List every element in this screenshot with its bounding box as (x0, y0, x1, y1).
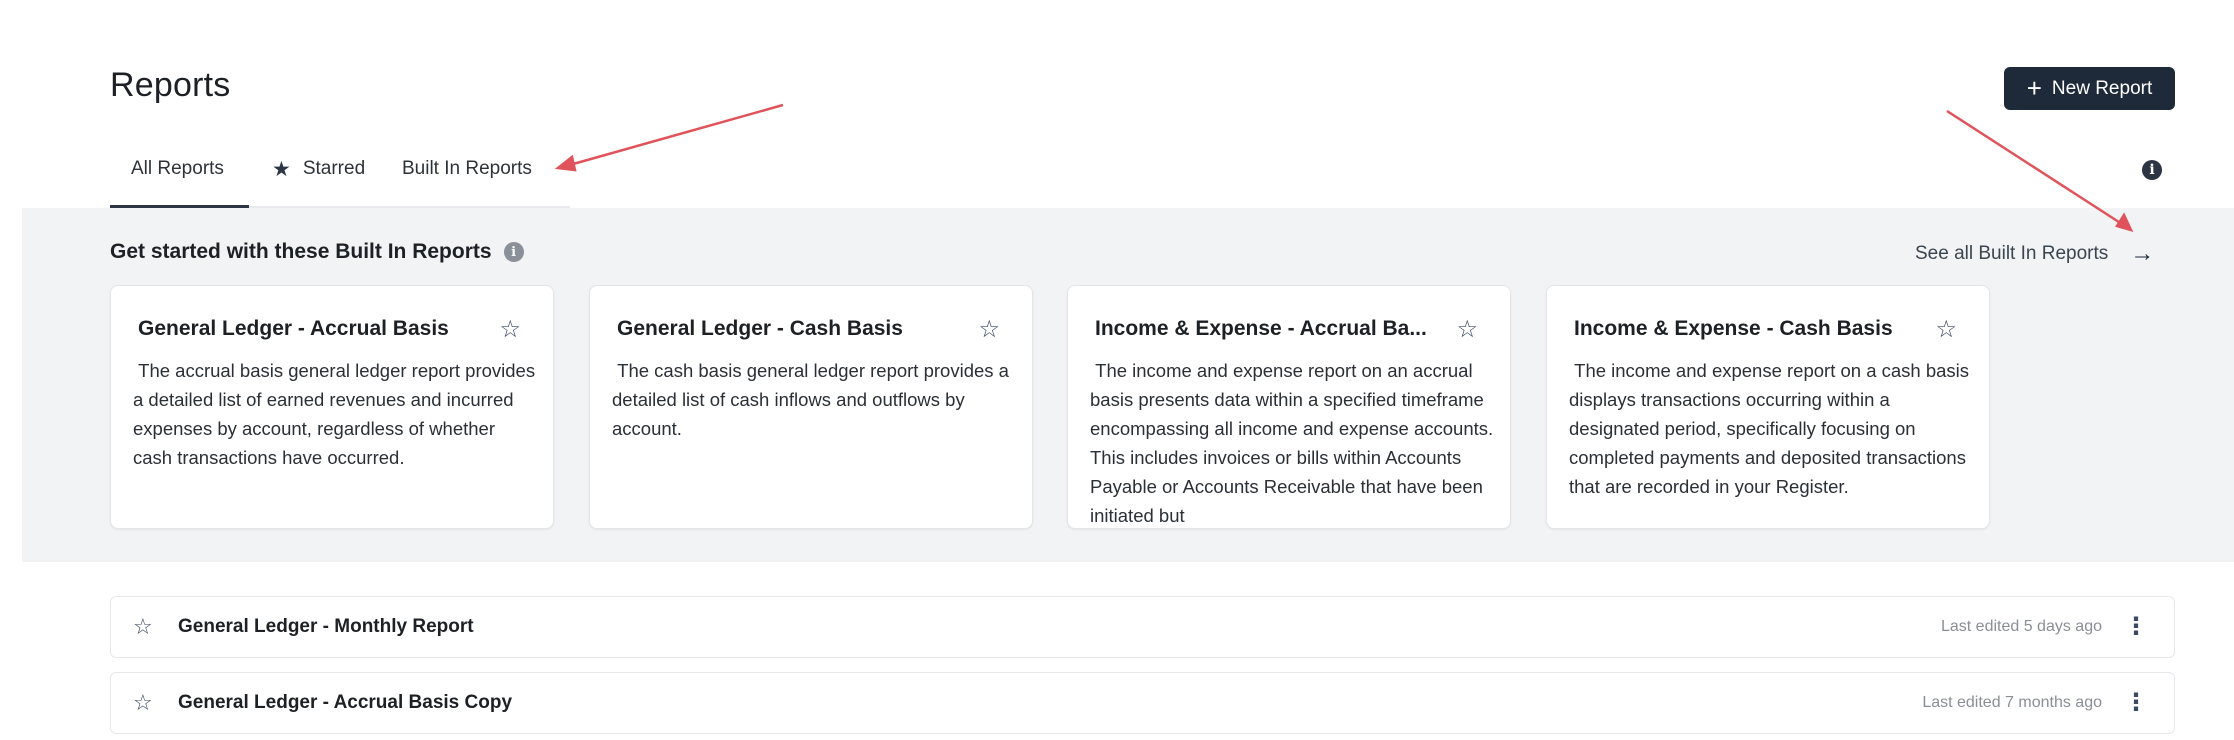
built-in-section-heading: Get started with these Built In Reports … (110, 240, 524, 264)
built-in-report-card[interactable]: Income & Expense - Cash Basis ☆ The inco… (1546, 285, 1990, 529)
see-all-built-in-reports-link[interactable]: See all Built In Reports → (1915, 240, 2154, 268)
card-title: General Ledger - Accrual Basis (138, 317, 449, 340)
card-description: The income and expense report on a cash … (1569, 360, 1975, 497)
tab-label: Built In Reports (402, 158, 532, 179)
report-row[interactable]: ☆ General Ledger - Monthly Report Last e… (110, 596, 2175, 658)
card-title: Income & Expense - Cash Basis (1574, 317, 1893, 340)
tab-label: All Reports (131, 158, 224, 179)
built-in-report-card[interactable]: General Ledger - Cash Basis ☆ The cash b… (589, 285, 1033, 529)
arrow-right-icon: → (2130, 240, 2155, 267)
star-outline-icon[interactable]: ☆ (133, 690, 163, 716)
page-title: Reports (110, 66, 231, 104)
info-icon[interactable]: i (2142, 160, 2162, 180)
tab-label: Starred (302, 158, 366, 179)
more-options-icon[interactable]: ⋮ (2124, 615, 2148, 639)
section-heading-text: Get started with these Built In Reports (110, 240, 492, 263)
card-description: The income and expense report on an accr… (1090, 360, 1498, 526)
report-name: General Ledger - Monthly Report (178, 616, 474, 637)
last-edited-text: Last edited 5 days ago (1940, 618, 2102, 635)
built-in-report-card[interactable]: General Ledger - Accrual Basis ☆ The acc… (110, 285, 554, 529)
report-name: General Ledger - Accrual Basis Copy (178, 692, 513, 713)
card-description: The accrual basis general ledger report … (133, 360, 541, 468)
star-outline-icon[interactable]: ☆ (1456, 315, 1478, 344)
star-outline-icon[interactable]: ☆ (1935, 315, 1957, 344)
card-title: General Ledger - Cash Basis (617, 317, 903, 340)
annotation-arrow-built-in-tab (565, 103, 784, 168)
tab-built-in-reports[interactable]: Built In Reports (391, 148, 532, 208)
star-outline-icon[interactable]: ☆ (978, 315, 1000, 344)
tab-starred[interactable]: ★ Starred (249, 148, 391, 208)
tab-all-reports[interactable]: All Reports (110, 148, 249, 208)
plus-icon: + (2026, 72, 2042, 103)
info-icon[interactable]: i (503, 242, 524, 262)
star-filled-icon: ★ (272, 158, 291, 181)
report-row[interactable]: ☆ General Ledger - Accrual Basis Copy La… (110, 672, 2175, 734)
more-options-icon[interactable]: ⋮ (2124, 691, 2148, 715)
see-all-label: See all Built In Reports (1915, 243, 2109, 264)
star-outline-icon[interactable]: ☆ (133, 614, 163, 640)
card-title: Income & Expense - Accrual Ba... (1095, 317, 1427, 340)
new-report-button[interactable]: + New Report (2004, 67, 2175, 110)
star-outline-icon[interactable]: ☆ (499, 315, 521, 344)
card-description: The cash basis general ledger report pro… (612, 360, 1015, 439)
new-report-label: New Report (2051, 77, 2153, 99)
report-tabs: All Reports ★ Starred Built In Reports (110, 148, 570, 208)
last-edited-text: Last edited 7 months ago (1922, 694, 2102, 711)
built-in-report-card[interactable]: Income & Expense - Accrual Ba... ☆ The i… (1067, 285, 1511, 529)
